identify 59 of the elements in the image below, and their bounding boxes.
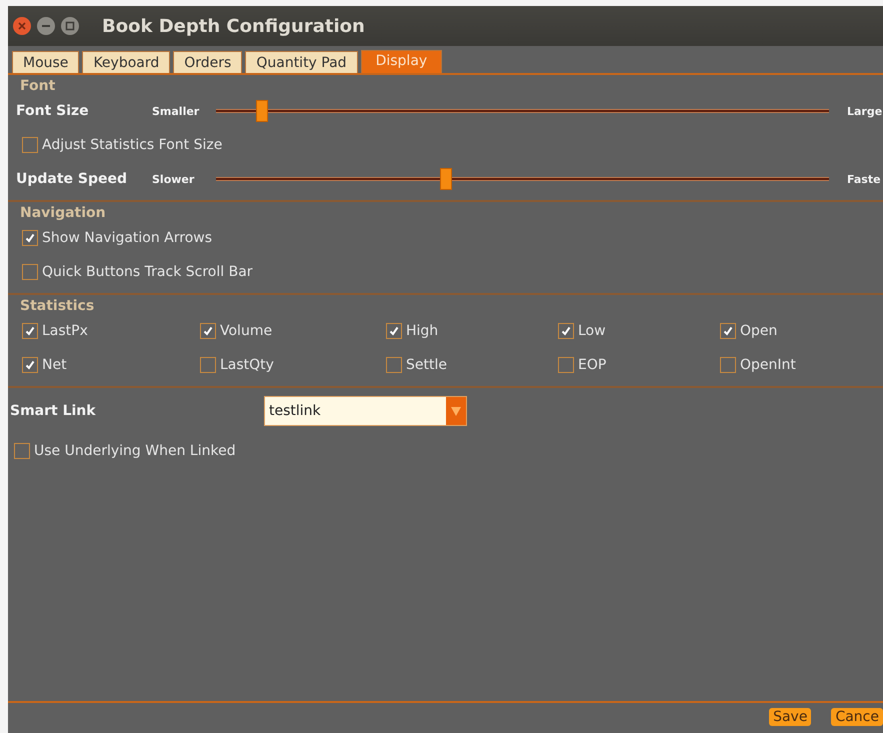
dialog-button[interactable]: Save: [769, 708, 812, 726]
checkmark-icon: [25, 233, 35, 243]
checkmark-icon: [561, 326, 571, 336]
slider-min-label: Slower: [152, 172, 196, 186]
checkbox[interactable]: [22, 357, 38, 373]
dropdown-arrow-icon: [450, 405, 462, 417]
section-title: Navigation: [20, 205, 106, 221]
checkbox-label: LastQty: [220, 357, 274, 373]
checkbox-label: LastPx: [42, 323, 88, 339]
checkbox-label: Use Underlying When Linked: [34, 443, 236, 459]
checkbox[interactable]: [386, 357, 402, 373]
slider-thumb[interactable]: [440, 168, 452, 190]
checkbox-label: Quick Buttons Track Scroll Bar: [42, 264, 253, 280]
tab[interactable]: Keyboard: [82, 51, 170, 73]
checkbox[interactable]: [558, 357, 574, 373]
field-label: Smart Link: [9, 403, 97, 419]
checkbox-label: High: [406, 323, 438, 339]
checkmark-icon: [25, 360, 35, 370]
checkbox[interactable]: [720, 323, 736, 339]
checkmark-icon: [723, 326, 733, 336]
window-title: Book Depth Configuration: [102, 16, 365, 36]
slider-max-label: Large: [847, 104, 882, 118]
tab[interactable]: Orders: [173, 51, 242, 73]
checkbox-label: EOP: [578, 357, 606, 373]
slider-label: Font Size: [15, 103, 90, 119]
checkbox-label: OpenInt: [740, 357, 796, 373]
checkbox-label: Volume: [220, 323, 272, 339]
checkbox-label: Net: [42, 357, 67, 373]
tab[interactable]: Mouse: [12, 51, 80, 73]
checkbox-label: Settle: [406, 357, 447, 373]
checkbox[interactable]: [22, 137, 38, 153]
slider-label: Update Speed: [15, 171, 128, 187]
section-title: Font: [20, 78, 56, 94]
tab[interactable]: Quantity Pad: [245, 51, 358, 73]
slider-max-label: Faste: [847, 172, 881, 186]
checkmark-icon: [389, 326, 399, 336]
close-icon[interactable]: [12, 16, 32, 36]
slider-thumb[interactable]: [256, 100, 268, 122]
checkbox[interactable]: [720, 357, 736, 373]
checkbox[interactable]: [14, 443, 30, 459]
checkbox-label: Low: [578, 323, 606, 339]
smart-link-dropdown[interactable]: testlink: [264, 396, 467, 426]
maximize-icon[interactable]: [60, 16, 80, 36]
checkbox[interactable]: [22, 230, 38, 246]
checkbox[interactable]: [386, 323, 402, 339]
checkbox[interactable]: [200, 323, 216, 339]
slider-min-label: Smaller: [152, 104, 200, 118]
checkmark-icon: [203, 326, 213, 336]
checkbox[interactable]: [22, 264, 38, 280]
checkbox[interactable]: [558, 323, 574, 339]
checkbox-label: Show Navigation Arrows: [42, 230, 212, 246]
checkmark-icon: [25, 326, 35, 336]
section-title: Statistics: [20, 298, 94, 314]
checkbox-label: Open: [740, 323, 778, 339]
checkbox[interactable]: [22, 323, 38, 339]
checkbox-label: Adjust Statistics Font Size: [42, 137, 222, 153]
checkbox[interactable]: [200, 357, 216, 373]
minimize-icon[interactable]: [36, 16, 56, 36]
dialog-button[interactable]: Cance: [831, 708, 883, 726]
